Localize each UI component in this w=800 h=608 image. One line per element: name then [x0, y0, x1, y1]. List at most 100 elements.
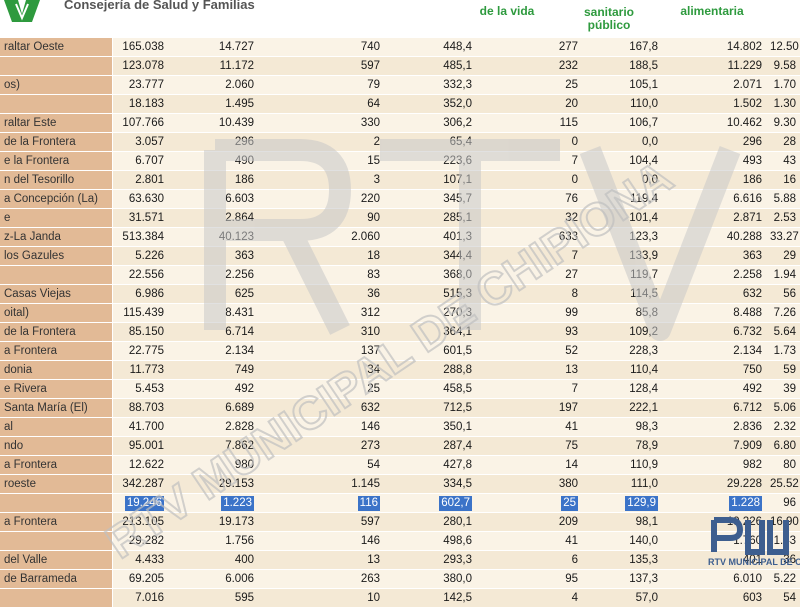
- table-cell[interactable]: 129,9: [582, 493, 662, 513]
- table-cell[interactable]: 142,5: [384, 588, 476, 608]
- table-cell[interactable]: 3.057: [112, 132, 168, 152]
- municipality-name[interactable]: los Gazules: [0, 246, 113, 266]
- table-cell[interactable]: 6.986: [112, 284, 168, 304]
- table-cell[interactable]: 213.105: [112, 512, 168, 532]
- table-row[interactable]: roeste 342.287 29.153 1.145 334,5 380 111,0 29.…: [0, 474, 800, 494]
- table-cell[interactable]: 1.145: [258, 474, 384, 494]
- table-cell[interactable]: 380,0: [384, 569, 476, 589]
- table-cell[interactable]: 2: [258, 132, 384, 152]
- table-cell[interactable]: 57,0: [582, 588, 662, 608]
- table-cell[interactable]: 29.282: [112, 531, 168, 551]
- table-row[interactable]: 18.183 1.495 64 352,0 20 110,0 1.502 1.30: [0, 94, 800, 114]
- table-cell[interactable]: 350,1: [384, 417, 476, 437]
- table-cell[interactable]: 15: [258, 151, 384, 171]
- table-cell[interactable]: 39: [766, 379, 800, 399]
- table-cell[interactable]: 603: [662, 588, 766, 608]
- table-cell[interactable]: 135,3: [582, 550, 662, 570]
- table-cell[interactable]: 232: [476, 56, 582, 76]
- municipality-name[interactable]: de Barrameda: [0, 569, 113, 589]
- table-cell[interactable]: 85,8: [582, 303, 662, 323]
- table-row[interactable]: e Rivera 5.453 492 25 458,5 7 128,4 492 39: [0, 379, 800, 399]
- table-cell[interactable]: 40.288: [662, 227, 766, 247]
- table-cell[interactable]: 209: [476, 512, 582, 532]
- table-cell[interactable]: 344,4: [384, 246, 476, 266]
- table-cell[interactable]: 101,4: [582, 208, 662, 228]
- table-cell[interactable]: 330: [258, 113, 384, 133]
- municipality-name[interactable]: de la Frontera: [0, 132, 113, 152]
- table-cell[interactable]: 25: [476, 75, 582, 95]
- table-cell[interactable]: 25: [476, 493, 582, 513]
- table-cell[interactable]: 16: [766, 170, 800, 190]
- table-cell[interactable]: 1.223: [168, 493, 258, 513]
- table-cell[interactable]: 1.502: [662, 94, 766, 114]
- table-cell[interactable]: 2.828: [168, 417, 258, 437]
- table-row[interactable]: raltar Oeste 165.038 14.727 740 448,4 277 167,…: [0, 38, 800, 57]
- table-cell[interactable]: 7: [476, 151, 582, 171]
- table-row[interactable]: de Barrameda 69.205 6.006 263 380,0 95 137,3 6.…: [0, 569, 800, 589]
- table-cell[interactable]: 41: [476, 417, 582, 437]
- table-cell[interactable]: 5.06: [766, 398, 800, 418]
- table-cell[interactable]: 222,1: [582, 398, 662, 418]
- table-cell[interactable]: 14.727: [168, 38, 258, 57]
- table-cell[interactable]: 116: [258, 493, 384, 513]
- table-cell[interactable]: 33.27: [766, 227, 800, 247]
- table-cell[interactable]: 54: [258, 455, 384, 475]
- table-cell[interactable]: 18: [258, 246, 384, 266]
- table-cell[interactable]: 6.603: [168, 189, 258, 209]
- table-cell[interactable]: 498,6: [384, 531, 476, 551]
- table-cell[interactable]: 5.226: [112, 246, 168, 266]
- table-cell[interactable]: 115: [476, 113, 582, 133]
- table-cell[interactable]: 223,6: [384, 151, 476, 171]
- table-row[interactable]: los Gazules 5.226 363 18 344,4 7 133,9 363 29: [0, 246, 800, 266]
- table-cell[interactable]: 5.64: [766, 322, 800, 342]
- table-cell[interactable]: 137,3: [582, 569, 662, 589]
- table-cell[interactable]: 13: [476, 360, 582, 380]
- table-cell[interactable]: 597: [258, 512, 384, 532]
- municipality-name[interactable]: al: [0, 417, 113, 437]
- table-cell[interactable]: 14.802: [662, 38, 766, 57]
- table-cell[interactable]: 7: [476, 379, 582, 399]
- table-cell[interactable]: 7.862: [168, 436, 258, 456]
- table-cell[interactable]: 43: [766, 151, 800, 171]
- table-row[interactable]: Santa María (El) 88.703 6.689 632 712,5 197 22…: [0, 398, 800, 418]
- table-cell[interactable]: 90: [258, 208, 384, 228]
- table-cell[interactable]: 34: [258, 360, 384, 380]
- table-cell[interactable]: 401,3: [384, 227, 476, 247]
- table-cell[interactable]: 7.909: [662, 436, 766, 456]
- table-cell[interactable]: 0,0: [582, 170, 662, 190]
- table-cell[interactable]: 1.73: [766, 341, 800, 361]
- table-cell[interactable]: 263: [258, 569, 384, 589]
- municipality-name[interactable]: [0, 265, 113, 285]
- table-cell[interactable]: 75: [476, 436, 582, 456]
- table-cell[interactable]: 400: [168, 550, 258, 570]
- table-cell[interactable]: 98,3: [582, 417, 662, 437]
- municipality-name[interactable]: z-La Janda: [0, 227, 113, 247]
- table-cell[interactable]: 119,7: [582, 265, 662, 285]
- table-cell[interactable]: 99: [476, 303, 582, 323]
- table-cell[interactable]: 13: [258, 550, 384, 570]
- table-cell[interactable]: 31.571: [112, 208, 168, 228]
- table-cell[interactable]: 1.495: [168, 94, 258, 114]
- table-cell[interactable]: 32: [476, 208, 582, 228]
- table-row[interactable]: os) 23.777 2.060 79 332,3 25 105,1 2.071 1.70: [0, 75, 800, 95]
- table-cell[interactable]: 22.556: [112, 265, 168, 285]
- table-cell[interactable]: 76: [476, 189, 582, 209]
- table-cell[interactable]: 595: [168, 588, 258, 608]
- table-cell[interactable]: 123.078: [112, 56, 168, 76]
- table-cell[interactable]: 106,7: [582, 113, 662, 133]
- table-cell[interactable]: 601,5: [384, 341, 476, 361]
- table-cell[interactable]: 54: [766, 588, 800, 608]
- table-cell[interactable]: 119,4: [582, 189, 662, 209]
- table-cell[interactable]: 110,4: [582, 360, 662, 380]
- municipality-name[interactable]: a Concepción (La): [0, 189, 113, 209]
- municipality-name[interactable]: e la Frontera: [0, 151, 113, 171]
- table-row[interactable]: n del Tesorillo 2.801 186 3 107,1 0 0,0 186 16: [0, 170, 800, 190]
- table-cell[interactable]: 29.153: [168, 474, 258, 494]
- table-cell[interactable]: 20: [476, 94, 582, 114]
- table-cell[interactable]: 36: [258, 284, 384, 304]
- table-cell[interactable]: 19.173: [168, 512, 258, 532]
- table-cell[interactable]: 712,5: [384, 398, 476, 418]
- table-cell[interactable]: 83: [258, 265, 384, 285]
- table-cell[interactable]: 64: [258, 94, 384, 114]
- municipality-name[interactable]: oital): [0, 303, 113, 323]
